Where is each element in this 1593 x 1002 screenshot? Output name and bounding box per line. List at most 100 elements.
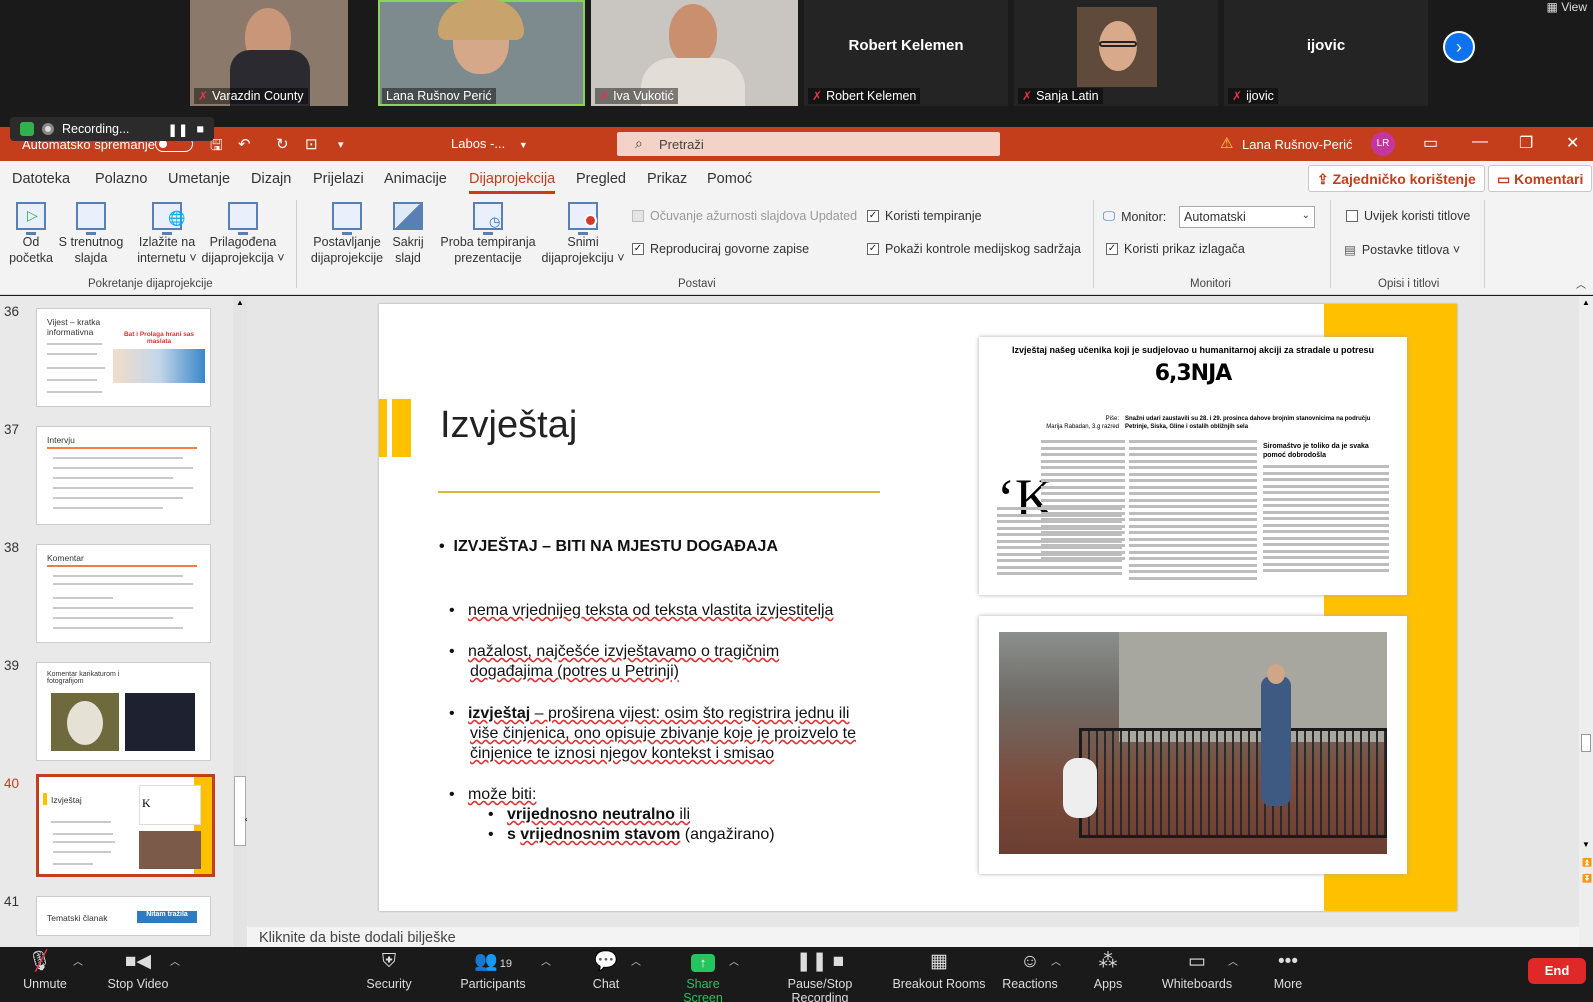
chevron-up-icon[interactable]: ︿ [170,953,180,968]
participants-button[interactable]: 👥 19 Participants [460,947,526,991]
bullet-line[interactable]: više činjenica, ono opisuje zbivanje koj… [470,724,856,744]
bullet-line[interactable]: događajima (potres u Petrinji) [470,662,679,682]
record-slideshow-button[interactable]: Snimi dijaprojekciju ˅ [538,202,628,266]
slide-heading[interactable]: • IZVJEŠTAJ – BITI NA MJESTU DOGAĐAJA [439,537,778,557]
stop-video-button[interactable]: ■◀ Stop Video [106,947,170,991]
pause-stop-recording-button[interactable]: ❚❚ ■ Pause/Stop Recording [760,947,880,1002]
customize-qat-icon[interactable]: ▾ [338,138,344,151]
end-meeting-button[interactable]: End [1528,958,1586,984]
breakout-rooms-button[interactable]: ▦ Breakout Rooms [890,947,988,991]
bullet-item[interactable]: • može biti: [449,785,536,805]
chat-button[interactable]: 💬 Chat [586,947,626,991]
chevron-up-icon[interactable]: ︿ [1228,953,1238,968]
next-page-arrow-icon[interactable]: › [1443,31,1475,63]
participant-tile[interactable]: ijovic ✗ ijovic [1224,0,1428,106]
view-button[interactable]: ▦ View [1547,0,1587,14]
participant-tile[interactable]: Lana Rušnov Perić [378,0,585,106]
tab-prijelazi[interactable]: Prijelazi [313,171,364,187]
more-button[interactable]: ••• More [1268,947,1308,991]
restore-icon[interactable]: ❐ [1519,133,1533,153]
use-timings-checkbox[interactable]: ✓ Koristi tempiranje [867,209,982,223]
rehearse-timings-button[interactable]: ◷ Proba tempiranja prezentacije [436,202,540,266]
slide-thumbnail[interactable]: Tematski članak Nitam tražila [36,896,211,936]
chevron-up-icon[interactable]: ︿ [541,953,551,968]
security-button[interactable]: ⛨ Security [364,947,414,991]
from-current-slide-button[interactable]: S trenutnog slajda [56,202,126,266]
share-button[interactable]: ⇪ Zajedničko korištenje [1308,165,1485,192]
redo-icon[interactable]: ↻ [276,135,289,153]
previous-slide-icon[interactable]: ⏫ [1582,858,1592,867]
scrollbar-handle[interactable] [1581,734,1591,752]
participant-tile[interactable]: ✗ Varazdin County [190,0,348,106]
editor-scrollbar[interactable]: ▲ ▼ ⏫ ⏬ [1579,296,1593,947]
present-online-button[interactable]: 🌐 Izlažite na internetu ˅ [134,202,200,266]
tab-datoteka[interactable]: Datoteka [12,171,70,187]
tab-pregled[interactable]: Pregled [576,171,626,187]
tab-pomoc[interactable]: Pomoć [707,171,752,187]
subtitle-settings-button[interactable]: ▤ Postavke titlova ˅ [1344,242,1460,258]
presenter-view-checkbox[interactable]: ✓ Koristi prikaz izlagača [1106,242,1245,256]
slide-thumbnail[interactable]: Komentar [36,544,211,643]
collapse-ribbon-icon[interactable]: ︿ [1576,276,1586,291]
pause-recording-icon[interactable]: ❚❚ [167,122,188,137]
slide-thumbnail[interactable]: Komentar karikaturom i fotografijom [36,662,211,761]
user-avatar[interactable]: LR [1371,132,1395,156]
comments-button[interactable]: ▭ Komentari [1488,165,1593,192]
hide-slide-button[interactable]: Sakrij slajd [388,202,428,266]
bullet-item[interactable]: • izvještaj – proširena vijest: osim što… [449,704,849,724]
show-media-controls-checkbox[interactable]: ✓ Pokaži kontrole medijskog sadržaja [867,242,1081,256]
sub-bullet-item[interactable]: • s vrijednosnim stavom (angažirano) [488,825,775,845]
undo-icon[interactable]: ↶ [238,135,251,153]
keep-slides-updated-checkbox[interactable]: Očuvanje ažurnosti slajdova Updated [632,209,857,223]
scroll-up-icon[interactable]: ▲ [236,298,244,307]
tab-prikaz[interactable]: Prikaz [647,171,687,187]
custom-slideshow-button[interactable]: Prilagođena dijaprojekcija ˅ [198,202,288,266]
bullet-item[interactable]: • nažalost, najčešće izvještavamo o trag… [449,642,779,662]
scroll-up-icon[interactable]: ▲ [1582,298,1590,307]
from-beginning-button[interactable]: ▷ Od početka [6,202,56,266]
search-box[interactable]: ⌕ Pretraži [617,132,1000,156]
slide-thumbnail[interactable]: Vijest – kratka informativna Bat i Prola… [36,308,211,407]
earthquake-photo[interactable] [979,616,1407,874]
set-up-slideshow-button[interactable]: Postavljanje dijaprojekcije [305,202,389,266]
participant-tile[interactable]: ✗ Sanja Latin [1014,0,1218,106]
chevron-up-icon[interactable]: ︿ [73,953,83,968]
play-narrations-checkbox[interactable]: ✓ Reproduciraj govorne zapise [632,242,809,256]
stop-recording-icon[interactable]: ■ [196,122,204,136]
participant-tile[interactable]: Robert Kelemen ✗ Robert Kelemen [804,0,1008,106]
whiteboards-button[interactable]: ▭ Whiteboards [1158,947,1236,991]
present-icon[interactable]: ⊡ [305,135,318,153]
current-slide[interactable]: Izvještaj • IZVJEŠTAJ – BITI NA MJESTU D… [379,304,1457,911]
scroll-down-icon[interactable]: ▼ [1582,840,1590,849]
bullet-line[interactable]: činjenice te iznosi njegov kontekst i sm… [470,744,774,764]
slide-title[interactable]: Izvještaj [440,404,577,447]
thumbnail-scrollbar[interactable]: ▲ [233,296,247,947]
tab-polazno[interactable]: Polazno [95,171,147,187]
tab-umetanje[interactable]: Umetanje [168,171,230,187]
monitor-select[interactable]: Automatski ⌄ [1179,206,1315,228]
slide-thumbnail-selected[interactable]: Izvještaj K [36,774,215,877]
tab-dizajn[interactable]: Dizajn [251,171,291,187]
always-use-subtitles-checkbox[interactable]: Uvijek koristi titlove [1346,209,1470,223]
next-slide-icon[interactable]: ⏬ [1582,874,1592,883]
sub-bullet-item[interactable]: • vrijednosno neutralno ili [488,805,690,825]
unmute-button[interactable]: 🎙╱ Unmute [22,947,68,991]
chevron-up-icon[interactable]: ︿ [729,953,739,968]
tab-dijaprojekcija[interactable]: Dijaprojekcija [469,171,556,194]
newspaper-clipping-image[interactable]: Izvještaj našeg učenika koji je sudjelov… [979,337,1407,595]
participant-tile[interactable]: ✗ Iva Vukotić [591,0,798,106]
minimize-icon[interactable]: — [1472,133,1488,151]
document-name[interactable]: Labos -... ▼ [451,136,528,151]
notes-pane[interactable]: Kliknite da biste dodali bilješke [247,927,1579,947]
warning-icon[interactable]: ⚠ [1220,134,1233,152]
apps-button[interactable]: ⁂ Apps [1090,947,1126,991]
close-icon[interactable]: ✕ [1566,133,1579,153]
ribbon-display-icon[interactable]: ▭ [1423,133,1438,153]
tab-animacije[interactable]: Animacije [384,171,447,187]
bullet-item[interactable]: • nema vrjednijeg teksta od teksta vlast… [449,601,833,621]
user-name[interactable]: Lana Rušnov-Perić [1242,137,1353,152]
chevron-up-icon[interactable]: ︿ [631,953,641,968]
chevron-up-icon[interactable]: ︿ [1051,953,1061,968]
slide-thumbnail[interactable]: Intervju [36,426,211,525]
reactions-button[interactable]: ☺ Reactions [1002,947,1058,991]
